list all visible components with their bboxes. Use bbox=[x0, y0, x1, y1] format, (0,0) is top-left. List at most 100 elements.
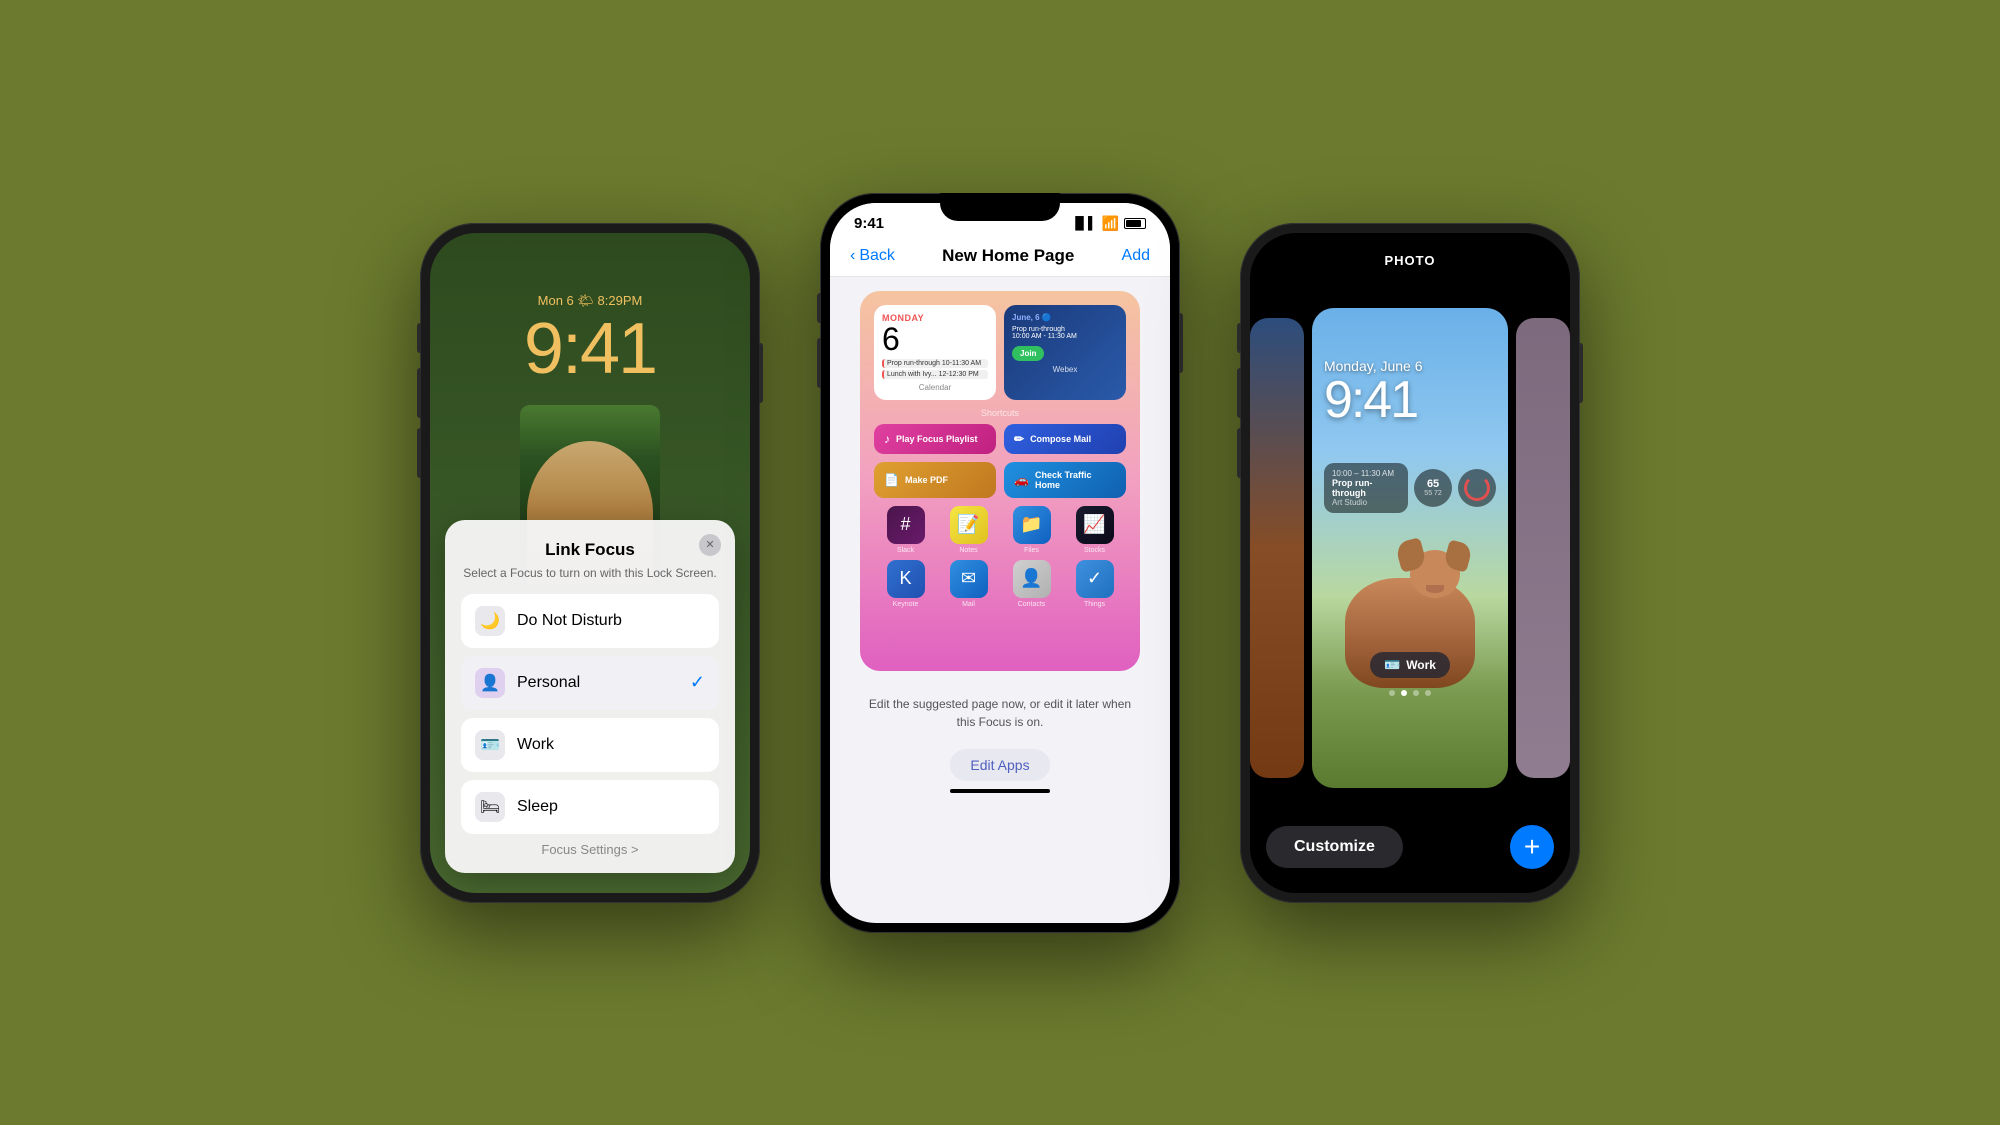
shortcut-traffic-label: Check Traffic Home bbox=[1035, 470, 1116, 490]
wallpaper-overlay: Monday, June 6 9:41 bbox=[1324, 358, 1496, 426]
webex-label: Webex bbox=[1012, 365, 1118, 374]
lockscreen-date: Mon 6 🌤 8:29PM bbox=[450, 293, 730, 309]
wifi-icon: 📶 bbox=[1102, 215, 1119, 232]
app-notes[interactable]: 📝 Notes bbox=[950, 506, 988, 554]
center-screen: 9:41 ▐▌▌ 📶 ‹ Back bbox=[830, 203, 1170, 923]
back-button[interactable]: ‹ Back bbox=[850, 247, 895, 265]
left-screen: Mon 6 🌤 8:29PM 9:41 ✕ Link Focus Select … bbox=[430, 233, 750, 893]
focus-item-work[interactable]: 🪪 Work bbox=[461, 718, 719, 772]
cal-event-1: Prop run-through 10-11:30 AM bbox=[882, 359, 988, 368]
dot-2[interactable] bbox=[1401, 690, 1407, 696]
app-stocks[interactable]: 📈 Stocks bbox=[1076, 506, 1114, 554]
phones-container: Mon 6 🌤 8:29PM 9:41 ✕ Link Focus Select … bbox=[0, 0, 2000, 1125]
modal-title: Link Focus bbox=[461, 540, 719, 560]
dot-3[interactable] bbox=[1413, 690, 1419, 696]
app-slack[interactable]: # Slack bbox=[887, 506, 925, 554]
app-files[interactable]: 📁 Files bbox=[1013, 506, 1051, 554]
add-button[interactable]: Add bbox=[1122, 247, 1150, 265]
wallpaper-center[interactable]: Monday, June 6 9:41 10:00 – 11:30 AM Pro… bbox=[1312, 308, 1508, 788]
widget-row-1: MONDAY 6 Prop run-through 10-11:30 AM Lu… bbox=[874, 305, 1126, 400]
webex-header: June, 6 🔵 Prop run-through10:00 AM - 11:… bbox=[1012, 313, 1118, 340]
shortcut-mail-label: Compose Mail bbox=[1030, 434, 1091, 444]
lockscreen-time: 9:41 bbox=[450, 313, 730, 385]
photo-label: PHOTO bbox=[1385, 253, 1436, 268]
temp-value: 65 bbox=[1427, 478, 1439, 490]
iphone-left: Mon 6 🌤 8:29PM 9:41 ✕ Link Focus Select … bbox=[420, 223, 760, 903]
app-keynote[interactable]: K Keynote bbox=[887, 560, 925, 608]
app-icons-row-1: # Slack 📝 Notes 📁 Files 📈 bbox=[874, 506, 1126, 554]
work-icon: 🪪 bbox=[475, 730, 505, 760]
shortcut-row-1: ♪ Play Focus Playlist ✏ Compose Mail bbox=[874, 424, 1126, 454]
home-indicator bbox=[950, 789, 1050, 793]
iphone-center: 9:41 ▐▌▌ 📶 ‹ Back bbox=[820, 193, 1180, 933]
focus-item-do-not-disturb[interactable]: 🌙 Do Not Disturb bbox=[461, 594, 719, 648]
webex-widget: June, 6 🔵 Prop run-through10:00 AM - 11:… bbox=[1004, 305, 1126, 400]
battery-icon bbox=[1124, 218, 1146, 229]
join-button[interactable]: Join bbox=[1012, 346, 1044, 361]
shortcut-row-2: 📄 Make PDF 🚗 Check Traffic Home bbox=[874, 462, 1126, 498]
things-icon: ✓ bbox=[1076, 560, 1114, 598]
home-page-preview: MONDAY 6 Prop run-through 10-11:30 AM Lu… bbox=[860, 291, 1140, 671]
things-label: Things bbox=[1084, 601, 1105, 608]
contacts-label: Contacts bbox=[1018, 601, 1046, 608]
files-label: Files bbox=[1024, 547, 1039, 554]
temp-widget: 65 55 72 bbox=[1414, 469, 1452, 507]
modal-close-button[interactable]: ✕ bbox=[699, 534, 721, 556]
nav-title: New Home Page bbox=[942, 246, 1074, 266]
add-button[interactable]: + bbox=[1510, 825, 1554, 869]
nav-bar: ‹ Back New Home Page Add bbox=[830, 238, 1170, 277]
dot-1[interactable] bbox=[1389, 690, 1395, 696]
shortcut-traffic[interactable]: 🚗 Check Traffic Home bbox=[1004, 462, 1126, 498]
shortcut-pdf[interactable]: 📄 Make PDF bbox=[874, 462, 996, 498]
customize-button[interactable]: Customize bbox=[1266, 826, 1403, 868]
shortcuts-label: Shortcuts bbox=[874, 408, 1126, 418]
pdf-icon: 📄 bbox=[884, 473, 899, 487]
app-mail[interactable]: ✉ Mail bbox=[950, 560, 988, 608]
shortcut-music-label: Play Focus Playlist bbox=[896, 434, 978, 444]
back-chevron-icon: ‹ bbox=[850, 247, 855, 265]
lockscreen-time-area: Mon 6 🌤 8:29PM 9:41 bbox=[430, 233, 750, 405]
right-screen: PHOTO bbox=[1250, 233, 1570, 893]
contacts-icon: 👤 bbox=[1013, 560, 1051, 598]
webex-event: Prop run-through10:00 AM - 11:30 AM bbox=[1012, 326, 1077, 340]
event-time: 10:00 – 11:30 AM bbox=[1332, 469, 1400, 478]
work-badge: 🪪 Work bbox=[1370, 652, 1450, 678]
personal-icon: 👤 bbox=[475, 668, 505, 698]
mail-label: Mail bbox=[962, 601, 975, 608]
sleep-label: Sleep bbox=[517, 798, 705, 816]
shortcut-pdf-label: Make PDF bbox=[905, 475, 948, 485]
calendar-widget: MONDAY 6 Prop run-through 10-11:30 AM Lu… bbox=[874, 305, 996, 400]
status-time: 9:41 bbox=[854, 215, 884, 232]
focus-item-sleep[interactable]: 🛏 Sleep bbox=[461, 780, 719, 834]
focus-settings-link[interactable]: Focus Settings > bbox=[461, 842, 719, 857]
wallpaper-left[interactable] bbox=[1250, 318, 1304, 778]
files-icon: 📁 bbox=[1013, 506, 1051, 544]
shortcut-music[interactable]: ♪ Play Focus Playlist bbox=[874, 424, 996, 454]
work-badge-icon: 🪪 bbox=[1384, 657, 1400, 673]
stocks-icon: 📈 bbox=[1076, 506, 1114, 544]
music-icon: ♪ bbox=[884, 432, 890, 446]
slack-label: Slack bbox=[897, 547, 914, 554]
app-contacts[interactable]: 👤 Contacts bbox=[1013, 560, 1051, 608]
activity-widget bbox=[1458, 469, 1496, 507]
shortcut-mail[interactable]: ✏ Compose Mail bbox=[1004, 424, 1126, 454]
wallpaper-dots bbox=[1389, 690, 1431, 696]
notes-label: Notes bbox=[959, 547, 977, 554]
notes-icon: 📝 bbox=[950, 506, 988, 544]
wallpaper-right[interactable] bbox=[1516, 318, 1570, 778]
signal-icon: ▐▌▌ bbox=[1071, 216, 1097, 230]
stocks-label: Stocks bbox=[1084, 547, 1105, 554]
app-things[interactable]: ✓ Things bbox=[1076, 560, 1114, 608]
iphone-right: PHOTO bbox=[1240, 223, 1580, 903]
link-focus-modal: ✕ Link Focus Select a Focus to turn on w… bbox=[445, 520, 735, 873]
sleep-icon: 🛏 bbox=[475, 792, 505, 822]
event-title: Prop run-through bbox=[1332, 478, 1400, 498]
dog-head bbox=[1410, 550, 1460, 598]
edit-apps-button[interactable]: Edit Apps bbox=[950, 749, 1049, 781]
cal-events: Prop run-through 10-11:30 AM Lunch with … bbox=[882, 359, 988, 379]
work-label: Work bbox=[517, 736, 705, 754]
dot-4[interactable] bbox=[1425, 690, 1431, 696]
focus-item-personal[interactable]: 👤 Personal ✓ bbox=[461, 656, 719, 710]
slack-icon: # bbox=[887, 506, 925, 544]
personal-checkmark: ✓ bbox=[690, 672, 705, 693]
